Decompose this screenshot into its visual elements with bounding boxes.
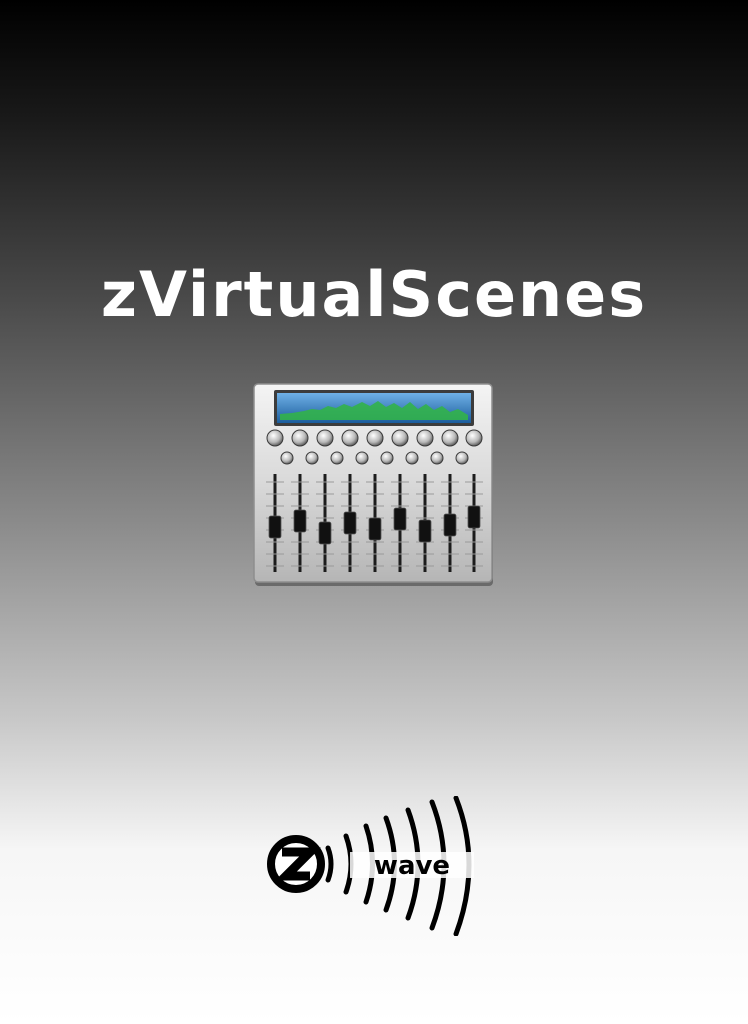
zwave-logo-text: wave <box>374 851 450 881</box>
zwave-logo-icon: wave <box>267 796 474 936</box>
mixing-console-icon <box>253 383 493 586</box>
app-title: zVirtualScenes <box>100 258 648 331</box>
